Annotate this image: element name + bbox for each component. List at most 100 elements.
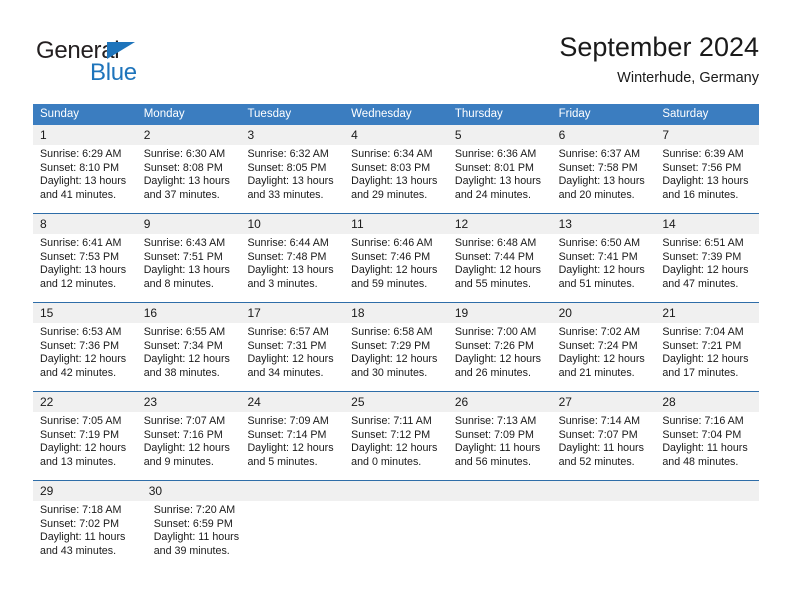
- day-number[interactable]: 18: [344, 303, 448, 323]
- day-number[interactable]: 14: [655, 214, 759, 234]
- day-detail-line: Daylight: 12 hours: [351, 442, 438, 455]
- day-cell[interactable]: Sunrise: 6:32 AM Sunset: 8:05 PM Daylight:…: [240, 145, 344, 213]
- day-cell[interactable]: Sunrise: 7:16 AM Sunset: 7:04 PM Daylight:…: [655, 412, 759, 480]
- day-cell[interactable]: Sunrise: 6:46 AM Sunset: 7:46 PM Daylight:…: [344, 234, 448, 302]
- day-detail-line: Sunset: 7:02 PM: [40, 517, 120, 530]
- day-detail-line: Daylight: 12 hours: [143, 442, 230, 455]
- day-number[interactable]: 28: [655, 392, 759, 412]
- day-detail-line: and 30 minutes.: [351, 366, 428, 379]
- day-detail-line: Sunrise: 6:51 AM: [662, 237, 744, 249]
- day-cell[interactable]: Sunrise: 6:58 AM Sunset: 7:29 PM Daylight:…: [344, 323, 448, 391]
- page-subtitle: Winterhude, Germany: [617, 70, 759, 86]
- empty-day-number: [454, 481, 556, 501]
- day-detail-line: Daylight: 13 hours: [351, 175, 438, 188]
- day-cell[interactable]: Sunrise: 7:14 AM Sunset: 7:07 PM Daylight:…: [552, 412, 656, 480]
- day-detail-line: Daylight: 12 hours: [40, 353, 127, 366]
- day-cell[interactable]: Sunrise: 6:57 AM Sunset: 7:31 PM Daylight:…: [240, 323, 344, 391]
- day-detail-line: Sunset: 7:44 PM: [454, 250, 534, 263]
- day-detail-line: Sunset: 7:53 PM: [40, 250, 120, 263]
- day-cell[interactable]: Sunrise: 7:09 AM Sunset: 7:14 PM Daylight:…: [240, 412, 344, 480]
- day-cell[interactable]: Sunrise: 6:37 AM Sunset: 7:58 PM Daylight:…: [552, 145, 656, 213]
- day-cell[interactable]: Sunrise: 6:43 AM Sunset: 7:51 PM Daylight:…: [137, 234, 241, 302]
- calendar-page: General Blue September 2024 Winterhude, …: [0, 0, 792, 612]
- day-detail-line: and 59 minutes.: [351, 277, 428, 290]
- empty-day-number: [250, 481, 352, 501]
- day-number[interactable]: 27: [552, 392, 656, 412]
- day-detail-line: Daylight: 12 hours: [558, 353, 645, 366]
- day-number[interactable]: 8: [33, 214, 137, 234]
- day-detail-line: Sunrise: 6:34 AM: [351, 148, 433, 160]
- day-cell[interactable]: Sunrise: 6:44 AM Sunset: 7:48 PM Daylight:…: [240, 234, 344, 302]
- day-cell[interactable]: Sunrise: 6:53 AM Sunset: 7:36 PM Daylight:…: [33, 323, 137, 391]
- day-number[interactable]: 21: [655, 303, 759, 323]
- empty-day-number: [657, 481, 759, 501]
- day-cell[interactable]: Sunrise: 7:13 AM Sunset: 7:09 PM Daylight:…: [448, 412, 552, 480]
- day-detail-line: and 0 minutes.: [351, 455, 422, 468]
- day-detail-line: Sunrise: 7:20 AM: [153, 504, 236, 516]
- day-number[interactable]: 13: [552, 214, 656, 234]
- day-cell[interactable]: Sunrise: 7:05 AM Sunset: 7:19 PM Daylight:…: [33, 412, 137, 480]
- day-detail-line: Sunrise: 6:48 AM: [454, 237, 537, 249]
- day-number[interactable]: 15: [33, 303, 137, 323]
- day-detail-line: Sunset: 8:10 PM: [40, 161, 120, 174]
- day-detail-row: Sunrise: 6:53 AM Sunset: 7:36 PM Daylight:…: [33, 323, 759, 391]
- day-number[interactable]: 17: [240, 303, 344, 323]
- day-number[interactable]: 25: [344, 392, 448, 412]
- day-number[interactable]: 1: [33, 125, 137, 145]
- day-number[interactable]: 9: [137, 214, 241, 234]
- day-cell[interactable]: Sunrise: 7:11 AM Sunset: 7:12 PM Daylight:…: [344, 412, 448, 480]
- day-detail-line: Sunset: 8:03 PM: [351, 161, 431, 174]
- day-detail-line: and 13 minutes.: [40, 455, 117, 468]
- empty-day-cell: [460, 501, 560, 569]
- day-number[interactable]: 7: [655, 125, 759, 145]
- day-cell[interactable]: Sunrise: 6:30 AM Sunset: 8:08 PM Daylight:…: [137, 145, 241, 213]
- day-detail-line: Sunrise: 7:11 AM: [351, 415, 432, 427]
- day-number[interactable]: 29: [33, 481, 142, 501]
- day-cell[interactable]: Sunrise: 6:36 AM Sunset: 8:01 PM Daylight:…: [448, 145, 552, 213]
- day-cell[interactable]: Sunrise: 6:39 AM Sunset: 7:56 PM Daylight:…: [655, 145, 759, 213]
- day-cell[interactable]: Sunrise: 7:02 AM Sunset: 7:24 PM Daylight:…: [552, 323, 656, 391]
- day-number[interactable]: 6: [552, 125, 656, 145]
- day-number[interactable]: 5: [448, 125, 552, 145]
- day-cell[interactable]: Sunrise: 6:29 AM Sunset: 8:10 PM Daylight:…: [33, 145, 137, 213]
- empty-day-cell: [659, 501, 759, 569]
- day-number[interactable]: 16: [137, 303, 241, 323]
- day-cell[interactable]: Sunrise: 6:50 AM Sunset: 7:41 PM Daylight:…: [552, 234, 656, 302]
- day-number[interactable]: 2: [137, 125, 241, 145]
- day-number[interactable]: 24: [240, 392, 344, 412]
- day-cell[interactable]: Sunrise: 7:04 AM Sunset: 7:21 PM Daylight:…: [655, 323, 759, 391]
- day-cell[interactable]: Sunrise: 7:00 AM Sunset: 7:26 PM Daylight:…: [448, 323, 552, 391]
- day-cell[interactable]: Sunrise: 6:34 AM Sunset: 8:03 PM Daylight:…: [344, 145, 448, 213]
- day-detail-line: and 17 minutes.: [662, 366, 739, 379]
- day-number[interactable]: 12: [448, 214, 552, 234]
- day-cell[interactable]: Sunrise: 7:18 AM Sunset: 7:02 PM Daylight:…: [33, 501, 147, 569]
- day-of-week-header-saturday: Saturday: [662, 108, 709, 120]
- day-number[interactable]: 4: [344, 125, 448, 145]
- day-cell[interactable]: Sunrise: 6:48 AM Sunset: 7:44 PM Daylight:…: [448, 234, 552, 302]
- day-number[interactable]: 22: [33, 392, 137, 412]
- day-number[interactable]: 30: [142, 481, 251, 501]
- day-of-week-header-thursday: Thursday: [454, 108, 503, 120]
- day-number[interactable]: 19: [448, 303, 552, 323]
- day-cell[interactable]: Sunrise: 7:20 AM Sunset: 6:59 PM Daylight:…: [147, 501, 261, 569]
- day-number[interactable]: 20: [552, 303, 656, 323]
- day-detail-line: Sunrise: 6:32 AM: [247, 148, 329, 160]
- day-detail-line: Sunrise: 7:16 AM: [662, 415, 744, 427]
- generalblue-logo[interactable]: General Blue: [36, 38, 226, 90]
- day-cell[interactable]: Sunrise: 6:41 AM Sunset: 7:53 PM Daylight:…: [33, 234, 137, 302]
- day-detail-line: Daylight: 12 hours: [454, 264, 542, 277]
- day-cell[interactable]: Sunrise: 6:51 AM Sunset: 7:39 PM Daylight:…: [655, 234, 759, 302]
- day-number[interactable]: 11: [344, 214, 448, 234]
- day-detail-line: Daylight: 12 hours: [454, 353, 542, 366]
- day-number[interactable]: 3: [240, 125, 344, 145]
- day-detail-line: Sunset: 7:07 PM: [558, 428, 638, 441]
- day-cell[interactable]: Sunrise: 7:07 AM Sunset: 7:16 PM Daylight:…: [137, 412, 241, 480]
- day-number[interactable]: 10: [240, 214, 344, 234]
- day-detail-line: Sunset: 7:48 PM: [247, 250, 327, 263]
- day-cell[interactable]: Sunrise: 6:55 AM Sunset: 7:34 PM Daylight:…: [137, 323, 241, 391]
- day-number[interactable]: 26: [448, 392, 552, 412]
- day-detail-line: Sunrise: 6:39 AM: [662, 148, 744, 160]
- day-detail-line: Daylight: 13 hours: [143, 264, 230, 277]
- day-number[interactable]: 23: [137, 392, 241, 412]
- day-detail-line: Daylight: 11 hours: [40, 531, 126, 544]
